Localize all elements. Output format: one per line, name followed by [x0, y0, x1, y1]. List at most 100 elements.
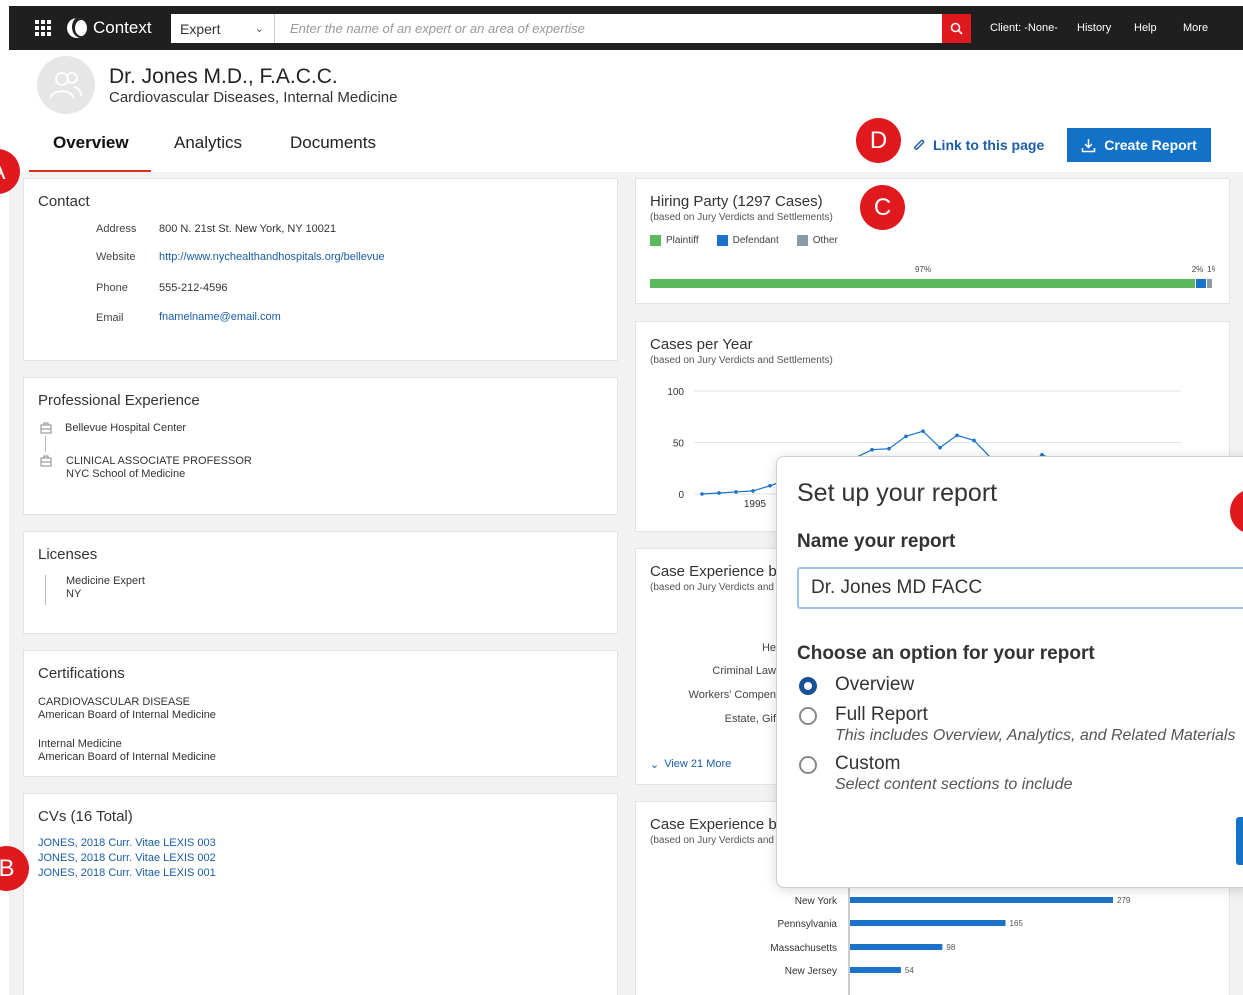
state-label: New York [795, 896, 838, 907]
paperclip-icon [914, 139, 925, 150]
legend-defendant: Defendant [716, 235, 779, 246]
data-point [938, 445, 942, 450]
client-selector[interactable]: Client: -None- [990, 22, 1058, 34]
data-point [870, 447, 874, 452]
legend-plaintiff: Plaintiff [650, 235, 699, 246]
data-point [700, 492, 704, 496]
license-name: Medicine Expert [66, 575, 145, 587]
state-bar [850, 920, 1006, 926]
experience-card: Professional Experience Bellevue Hospita… [23, 377, 618, 515]
tab-analytics[interactable]: Analytics [174, 133, 242, 153]
hiring-party-chart: 97% 2%1% [650, 265, 1215, 291]
profile-specialties: Cardiovascular Diseases, Internal Medici… [109, 89, 398, 106]
option-custom-desc: Select content sections to include [835, 776, 1073, 793]
cv-link-1[interactable]: JONES, 2018 Curr. Vitae LEXIS 003 [38, 837, 216, 849]
link-to-page-label: Link to this page [933, 137, 1045, 153]
data-point [751, 489, 755, 493]
nav-help[interactable]: Help [1134, 22, 1157, 34]
radio-overview[interactable] [799, 677, 817, 695]
state-bar-value: 98 [946, 943, 955, 952]
chevron-down-icon: ⌄ [254, 23, 264, 35]
experience-item-2-org: NYC School of Medicine [66, 468, 186, 480]
hiring-party-title: Hiring Party (1297 Cases) [650, 193, 823, 210]
website-label: Website [96, 251, 136, 263]
option-full-report[interactable]: Full Report [799, 704, 928, 726]
case-experience-1-title: Case Experience by [650, 563, 785, 580]
license-divider [45, 575, 46, 605]
search-icon [950, 22, 963, 35]
experience-item-1: Bellevue Hospital Center [65, 422, 187, 434]
tab-documents[interactable]: Documents [290, 133, 376, 153]
option-overview-label: Overview [835, 674, 915, 695]
legend-other: Other [796, 235, 838, 246]
state-bar-value: 54 [905, 966, 914, 975]
category-label-1: He [761, 642, 776, 654]
chevron-down-icon: ⌄ [650, 759, 660, 771]
cv-link-3[interactable]: JONES, 2018 Curr. Vitae LEXIS 001 [38, 867, 216, 879]
tab-overview[interactable]: Overview [53, 133, 129, 153]
radio-custom[interactable] [799, 756, 817, 774]
nav-history[interactable]: History [1077, 22, 1111, 34]
search-type-value: Expert [180, 20, 221, 37]
option-custom[interactable]: Custom [799, 753, 900, 775]
y-tick-label: 50 [673, 439, 685, 450]
hiring-bar-label-defendant: 2% [1191, 265, 1204, 274]
radio-full-report[interactable] [799, 707, 817, 725]
people-icon [50, 72, 82, 99]
data-point [955, 433, 959, 438]
option-full-report-label: Full Report [835, 704, 928, 725]
link-to-page-button[interactable]: Link to this page [911, 137, 1044, 153]
state-bar [850, 967, 901, 973]
state-label: Massachusetts [770, 943, 837, 954]
category-label-2: Criminal Law [712, 665, 776, 677]
timeline-line [45, 436, 46, 452]
search-input[interactable] [275, 14, 942, 43]
cvs-title: CVs (16 Total) [38, 808, 133, 825]
top-nav-bar: Context Expert ⌄ Client: -None- History … [9, 6, 1243, 50]
option-overview[interactable]: Overview [799, 674, 914, 696]
report-setup-modal: Set up your report Name your report Choo… [776, 456, 1243, 888]
certification-2-board: American Board of Internal Medicine [38, 751, 216, 763]
state-bar [850, 897, 1113, 903]
hiring-party-legend: Plaintiff Defendant Other [650, 235, 838, 246]
phone-value: 555-212-4596 [159, 282, 228, 294]
licenses-title: Licenses [38, 546, 98, 563]
certifications-card: Certifications CARDIOVASCULAR DISEASE Am… [23, 650, 618, 777]
report-name-input[interactable] [797, 567, 1243, 609]
cvs-card: CVs (16 Total) JONES, 2018 Curr. Vitae L… [23, 793, 618, 995]
modal-primary-button[interactable] [1236, 817, 1243, 865]
search-type-select[interactable]: Expert ⌄ [171, 14, 275, 43]
create-report-button[interactable]: Create Report [1067, 128, 1211, 162]
phone-label: Phone [96, 282, 128, 294]
case-experience-1-subtitle: (based on Jury Verdicts and [650, 582, 774, 593]
download-icon [1081, 138, 1096, 152]
cv-link-2[interactable]: JONES, 2018 Curr. Vitae LEXIS 002 [38, 852, 216, 864]
option-custom-label: Custom [835, 753, 901, 774]
state-label: New Jersey [785, 966, 837, 977]
contact-card: Contact Address 800 N. 21st St. New York… [23, 178, 618, 361]
hiring-bar-label-plaintiff: 97% [915, 265, 932, 274]
website-link[interactable]: http://www.nychealthandhospitals.org/bel… [159, 251, 385, 263]
state-bar-value: 165 [1010, 919, 1024, 928]
hiring-bar-defendant [1196, 279, 1207, 288]
view-more-link[interactable]: ⌄ View 21 More [650, 758, 731, 771]
marker-d: D [856, 118, 901, 163]
view-more-label: View 21 More [664, 758, 732, 770]
address-label: Address [96, 223, 137, 235]
app-logo[interactable]: Context [67, 18, 152, 38]
create-report-label: Create Report [1104, 137, 1197, 153]
context-logo-icon [67, 18, 87, 38]
category-label-4: Estate, Gif [724, 713, 776, 725]
category-label-3: Workers' Compen [688, 689, 776, 701]
license-state: NY [66, 588, 82, 600]
nav-more[interactable]: More [1183, 22, 1208, 34]
briefcase-icon [40, 455, 52, 467]
search-button[interactable] [942, 14, 971, 43]
email-link[interactable]: fnamelname@email.com [159, 311, 281, 323]
app-grid-icon[interactable] [35, 20, 51, 36]
profile-name: Dr. Jones M.D., F.A.C.C. [109, 65, 338, 88]
modal-title: Set up your report [797, 479, 998, 507]
state-bar [850, 944, 943, 950]
experience-item-2-title: CLINICAL ASSOCIATE PROFESSOR [66, 455, 252, 467]
x-tick-label: 1995 [744, 499, 767, 510]
